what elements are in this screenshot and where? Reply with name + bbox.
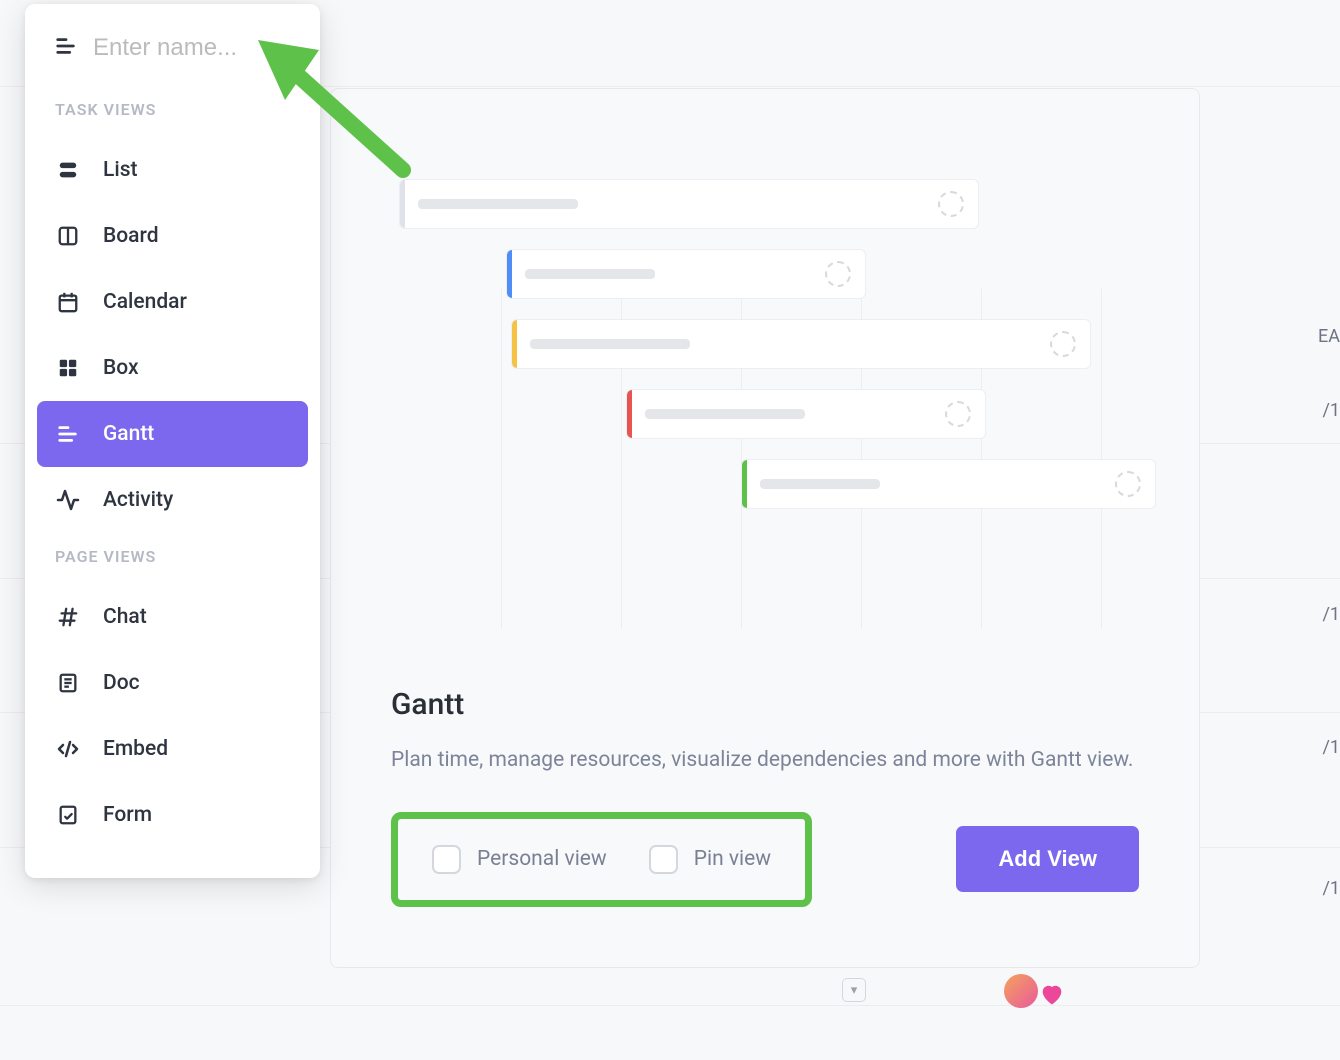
add-view-button[interactable]: Add View [956,826,1139,892]
personal-view-checkbox[interactable] [432,845,461,874]
view-item-label: Calendar [103,290,187,314]
board-icon [55,223,81,249]
hash-icon [55,604,81,630]
view-item-label: Gantt [103,422,154,446]
view-item-label: List [103,158,138,182]
gantt-preview-bar [511,319,1091,369]
detail-title: Gantt [391,687,1139,722]
heart-icon [1038,980,1066,1008]
gantt-preview [331,179,1199,629]
view-item-chat[interactable]: Chat [37,584,308,650]
personal-view-option[interactable]: Personal view [432,845,607,874]
chevron-down-icon: ▾ [842,978,866,1002]
avatar [1004,974,1038,1008]
view-item-label: Box [103,356,139,380]
activity-icon [55,487,81,513]
view-item-label: Activity [103,488,173,512]
task-views-header: TASK VIEWS [25,86,320,137]
view-item-activity[interactable]: Activity [37,467,308,533]
background-text: /1 [1322,400,1340,421]
view-item-label: Board [103,224,159,248]
gantt-icon [55,421,81,447]
pin-view-checkbox[interactable] [649,845,678,874]
options-highlight: Personal view Pin view [391,812,812,907]
embed-icon [55,736,81,762]
view-item-embed[interactable]: Embed [37,716,308,782]
personal-view-label: Personal view [477,847,607,871]
gantt-preview-bar [506,249,866,299]
gantt-preview-bar [741,459,1156,509]
gantt-icon [55,35,77,61]
view-item-doc[interactable]: Doc [37,650,308,716]
view-name-input[interactable] [93,34,290,62]
view-item-label: Embed [103,737,168,761]
view-item-board[interactable]: Board [37,203,308,269]
list-icon [55,157,81,183]
gantt-preview-bar [399,179,979,229]
view-detail-panel: Gantt Plan time, manage resources, visua… [330,88,1200,968]
view-picker-panel: TASK VIEWS List Board Calendar Box Gantt [25,4,320,878]
gantt-preview-bar [626,389,986,439]
view-item-gantt[interactable]: Gantt [37,401,308,467]
view-item-list[interactable]: List [37,137,308,203]
view-item-label: Doc [103,671,140,695]
view-item-label: Form [103,803,152,827]
pin-view-label: Pin view [694,847,771,871]
background-text: /1 [1322,737,1340,758]
page-views-header: PAGE VIEWS [25,533,320,584]
background-text: EA [1318,326,1340,347]
view-item-label: Chat [103,605,147,629]
calendar-icon [55,289,81,315]
doc-icon [55,670,81,696]
background-text: /1 [1322,604,1340,625]
pin-view-option[interactable]: Pin view [649,845,771,874]
view-item-box[interactable]: Box [37,335,308,401]
detail-description: Plan time, manage resources, visualize d… [391,744,1139,778]
box-icon [55,355,81,381]
background-text: /1 [1322,878,1340,899]
view-item-calendar[interactable]: Calendar [37,269,308,335]
view-item-form[interactable]: Form [37,782,308,848]
form-icon [55,802,81,828]
